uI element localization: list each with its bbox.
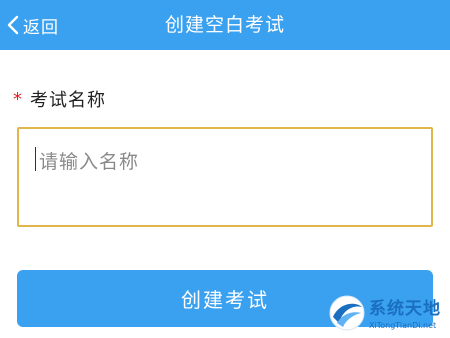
required-mark: *: [13, 88, 22, 110]
top-navigation-bar: 返回 创建空白考试: [0, 0, 450, 50]
exam-name-label: 考试名称: [30, 90, 106, 111]
page-title: 创建空白考试: [164, 14, 285, 36]
site-logo-icon: [327, 293, 367, 337]
text-caret: [35, 147, 36, 171]
watermark-site-url: XiTongTianDi.net: [369, 320, 437, 330]
exam-name-input[interactable]: 请输入名称: [17, 127, 433, 227]
watermark-site-name: 系统天地: [369, 298, 441, 319]
watermark: 系统天地 XiTongTianDi.net: [327, 292, 450, 338]
exam-name-field-label: * 考试名称: [13, 86, 106, 112]
exam-name-placeholder: 请输入名称: [39, 151, 140, 173]
